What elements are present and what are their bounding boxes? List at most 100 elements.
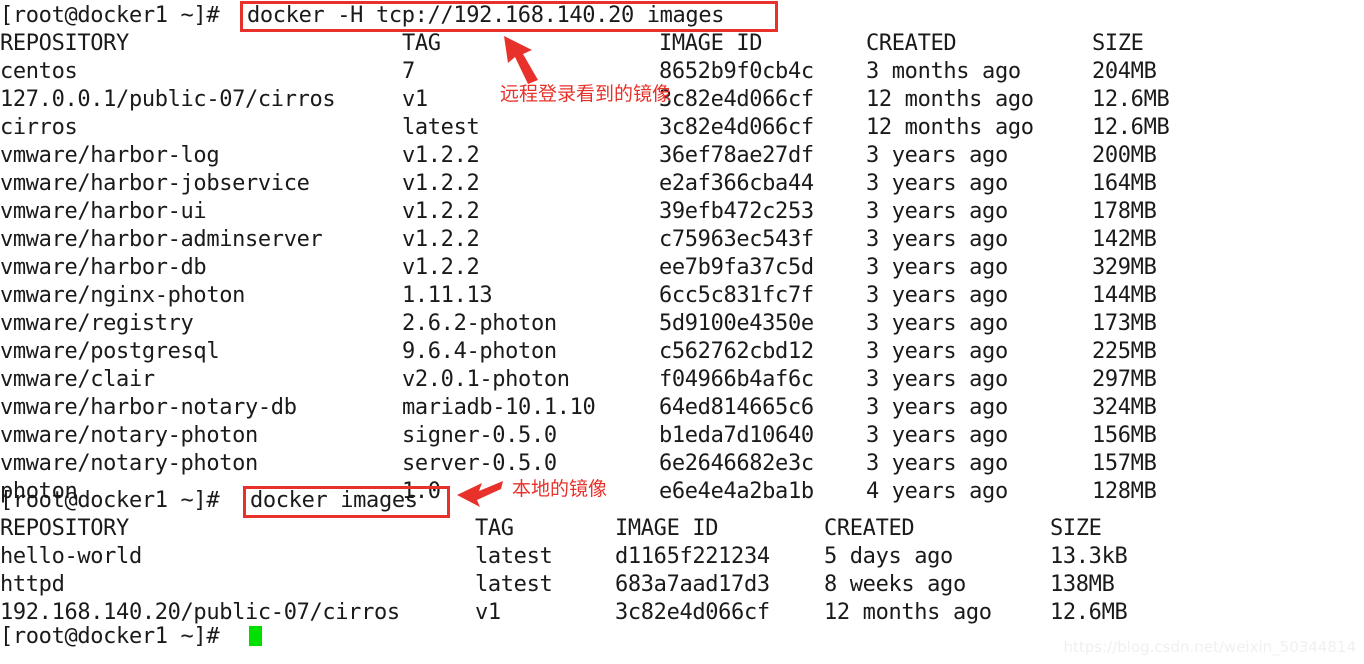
- cell-image-id: c75963ec543f: [659, 227, 814, 252]
- local-prompt-line: [root@docker1 ~]# docker images: [0, 488, 418, 513]
- cell-size: 128MB: [1092, 479, 1157, 504]
- cell-created: 3 years ago: [866, 311, 1008, 336]
- cell-tag: 7: [402, 59, 415, 84]
- header-size-2: SIZE: [1050, 516, 1102, 541]
- cell-image-id: 6cc5c831fc7f: [659, 283, 814, 308]
- cell-tag: v1.2.2: [402, 171, 480, 196]
- cell-size: 12.6MB: [1050, 600, 1128, 625]
- prompt-text-3: [root@docker1 ~]#: [0, 624, 220, 649]
- cell-image-id: 6e2646682e3c: [659, 451, 814, 476]
- cell-size: 329MB: [1092, 255, 1157, 280]
- cell-tag: 2.6.2-photon: [402, 311, 557, 336]
- cell-tag: v2.0.1-photon: [402, 367, 570, 392]
- cell-created: 12 months ago: [866, 87, 1034, 112]
- cell-size: 225MB: [1092, 339, 1157, 364]
- header-created-2: CREATED: [824, 516, 915, 541]
- final-prompt-line: [root@docker1 ~]#: [0, 624, 220, 649]
- cell-image-id: e2af366cba44: [659, 171, 814, 196]
- cell-created: 3 years ago: [866, 451, 1008, 476]
- cell-created: 3 years ago: [866, 227, 1008, 252]
- cell-repository: vmware/harbor-adminserver: [0, 227, 323, 252]
- cell-size: 204MB: [1092, 59, 1157, 84]
- cell-created: 5 days ago: [824, 544, 953, 569]
- cell-repository: 192.168.140.20/public-07/cirros: [0, 600, 400, 625]
- cell-created: 3 years ago: [866, 199, 1008, 224]
- prompt-text-2: [root@docker1 ~]#: [0, 488, 220, 513]
- cell-repository: vmware/notary-photon: [0, 451, 258, 476]
- cell-created: 3 months ago: [866, 59, 1021, 84]
- remote-table-header: REPOSITORY TAG IMAGE ID CREATED SIZE: [0, 31, 1144, 56]
- cell-image-id: 5d9100e4350e: [659, 311, 814, 336]
- header-tag: TAG: [402, 31, 441, 56]
- cell-created: 3 years ago: [866, 339, 1008, 364]
- cell-tag: mariadb-10.1.10: [402, 395, 596, 420]
- local-command-text[interactable]: docker images: [250, 488, 418, 513]
- cell-repository: vmware/harbor-log: [0, 143, 220, 168]
- cell-image-id: 8652b9f0cb4c: [659, 59, 814, 84]
- header-tag-2: TAG: [475, 516, 514, 541]
- header-created: CREATED: [866, 31, 957, 56]
- cell-tag: latest: [475, 544, 553, 569]
- cell-created: 4 years ago: [866, 479, 1008, 504]
- cell-size: 200MB: [1092, 143, 1157, 168]
- remote-annotation-note: 远程登录看到的镜像: [500, 83, 672, 105]
- block-cursor: [249, 626, 262, 646]
- cell-image-id: 3c82e4d066cf: [659, 115, 814, 140]
- local-table-header: REPOSITORY TAG IMAGE ID CREATED SIZE: [0, 516, 1102, 541]
- cell-tag: v1: [475, 600, 501, 625]
- cell-image-id: 3c82e4d066cf: [659, 87, 814, 112]
- header-repository: REPOSITORY: [0, 31, 129, 56]
- cell-repository: vmware/harbor-ui: [0, 199, 207, 224]
- terminal-screen: [root@docker1 ~]# docker -H tcp://192.16…: [0, 0, 1364, 664]
- remote-prompt-line: [root@docker1 ~]# docker -H tcp://192.16…: [0, 3, 724, 28]
- cell-repository: vmware/registry: [0, 311, 194, 336]
- cell-size: 324MB: [1092, 395, 1157, 420]
- cell-repository: vmware/postgresql: [0, 339, 220, 364]
- cell-tag: v1.2.2: [402, 227, 480, 252]
- cell-repository: hello-world: [0, 544, 142, 569]
- cell-size: 156MB: [1092, 423, 1157, 448]
- cell-created: 12 months ago: [866, 115, 1034, 140]
- remote-command-text[interactable]: docker -H tcp://192.168.140.20 images: [247, 3, 724, 28]
- cell-created: 3 years ago: [866, 423, 1008, 448]
- cell-created: 3 years ago: [866, 171, 1008, 196]
- local-annotation-note: 本地的镜像: [512, 478, 608, 500]
- cell-repository: httpd: [0, 572, 65, 597]
- cell-size: 173MB: [1092, 311, 1157, 336]
- cell-tag: 1.11.13: [402, 283, 493, 308]
- cell-image-id: 36ef78ae27df: [659, 143, 814, 168]
- header-size: SIZE: [1092, 31, 1144, 56]
- cell-created: 8 weeks ago: [824, 572, 966, 597]
- cell-repository: 127.0.0.1/public-07/cirros: [0, 87, 336, 112]
- cell-tag: v1.2.2: [402, 199, 480, 224]
- arrow-up-left-icon: [504, 36, 538, 84]
- cell-tag: v1.2.2: [402, 143, 480, 168]
- cell-image-id: 3c82e4d066cf: [615, 600, 770, 625]
- cell-tag: latest: [402, 115, 480, 140]
- cell-image-id: c562762cbd12: [659, 339, 814, 364]
- cell-size: 178MB: [1092, 199, 1157, 224]
- cell-tag: 9.6.4-photon: [402, 339, 557, 364]
- cell-created: 3 years ago: [866, 255, 1008, 280]
- header-image-id: IMAGE ID: [659, 31, 763, 56]
- arrow-left-icon: [457, 481, 503, 507]
- cell-tag: v1: [402, 87, 428, 112]
- cell-repository: vmware/notary-photon: [0, 423, 258, 448]
- cell-created: 3 years ago: [866, 367, 1008, 392]
- cell-size: 144MB: [1092, 283, 1157, 308]
- cell-size: 13.3kB: [1050, 544, 1128, 569]
- cell-created: 12 months ago: [824, 600, 992, 625]
- cell-tag: signer-0.5.0: [402, 423, 557, 448]
- cell-image-id: d1165f221234: [615, 544, 770, 569]
- cell-size: 12.6MB: [1092, 87, 1170, 112]
- cell-image-id: 39efb472c253: [659, 199, 814, 224]
- cell-image-id: 683a7aad17d3: [615, 572, 770, 597]
- cell-repository: centos: [0, 59, 78, 84]
- cell-tag: latest: [475, 572, 553, 597]
- cell-created: 3 years ago: [866, 395, 1008, 420]
- cell-created: 3 years ago: [866, 283, 1008, 308]
- cell-repository: vmware/harbor-notary-db: [0, 395, 297, 420]
- cell-repository: vmware/harbor-jobservice: [0, 171, 310, 196]
- header-repository-2: REPOSITORY: [0, 516, 129, 541]
- cell-repository: vmware/clair: [0, 367, 155, 392]
